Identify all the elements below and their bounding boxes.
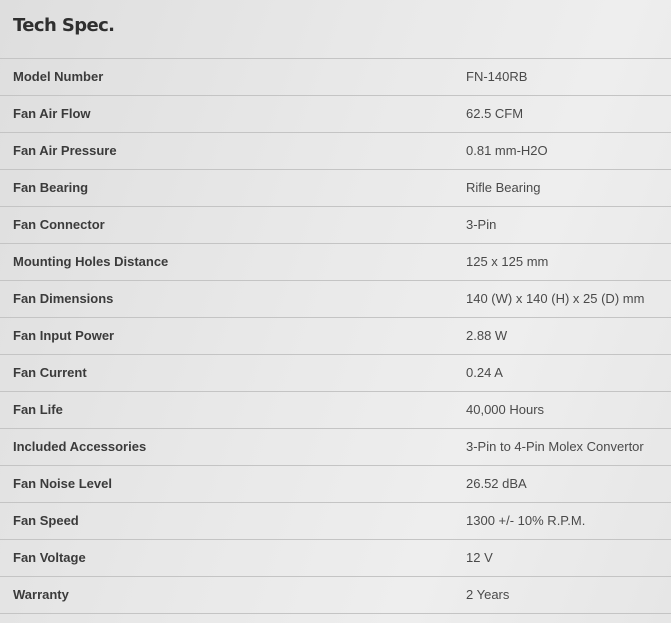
- spec-row-fan-air-pressure: Fan Air Pressure 0.81 mm-H2O: [0, 133, 671, 170]
- spec-row-fan-speed: Fan Speed 1300 +/- 10% R.P.M.: [0, 503, 671, 540]
- spec-table: Model Number FN-140RB Fan Air Flow 62.5 …: [0, 58, 671, 614]
- section-title: Tech Spec.: [13, 15, 115, 36]
- spec-value: 140 (W) x 140 (H) x 25 (D) mm: [466, 291, 645, 306]
- spec-row-mounting-holes-distance: Mounting Holes Distance 125 x 125 mm: [0, 244, 671, 281]
- spec-label: Included Accessories: [13, 439, 147, 454]
- spec-row-fan-dimensions: Fan Dimensions 140 (W) x 140 (H) x 25 (D…: [0, 281, 671, 318]
- spec-row-fan-air-flow: Fan Air Flow 62.5 CFM: [0, 96, 671, 133]
- spec-label: Fan Current: [13, 365, 87, 380]
- spec-row-fan-input-power: Fan Input Power 2.88 W: [0, 318, 671, 355]
- spec-value: FN-140RB: [466, 69, 528, 84]
- spec-row-fan-noise-level: Fan Noise Level 26.52 dBA: [0, 466, 671, 503]
- spec-value: 3-Pin: [466, 217, 497, 232]
- spec-value: 125 x 125 mm: [466, 254, 549, 269]
- spec-label: Fan Speed: [13, 513, 79, 528]
- spec-value: 2.88 W: [466, 328, 508, 343]
- spec-label: Fan Noise Level: [13, 476, 112, 491]
- spec-value: 1300 +/- 10% R.P.M.: [466, 513, 586, 528]
- spec-row-fan-voltage: Fan Voltage 12 V: [0, 540, 671, 577]
- spec-value: 0.24 A: [466, 365, 503, 380]
- spec-row-included-accessories: Included Accessories 3-Pin to 4-Pin Mole…: [0, 429, 671, 466]
- spec-label: Mounting Holes Distance: [13, 254, 169, 269]
- spec-row-fan-bearing: Fan Bearing Rifle Bearing: [0, 170, 671, 207]
- spec-value: 62.5 CFM: [466, 106, 524, 121]
- spec-label: Fan Life: [13, 402, 63, 417]
- spec-value: 40,000 Hours: [466, 402, 545, 417]
- tech-spec-section: Tech Spec. Model Number FN-140RB Fan Air…: [0, 0, 671, 623]
- spec-value: 12 V: [466, 550, 493, 565]
- spec-value: Rifle Bearing: [466, 180, 541, 195]
- spec-label: Fan Air Pressure: [13, 143, 117, 158]
- spec-value: 26.52 dBA: [466, 476, 527, 491]
- spec-row-fan-connector: Fan Connector 3-Pin: [0, 207, 671, 244]
- spec-row-model-number: Model Number FN-140RB: [0, 59, 671, 96]
- spec-label: Fan Voltage: [13, 550, 86, 565]
- spec-value: 3-Pin to 4-Pin Molex Convertor: [466, 439, 644, 454]
- spec-row-warranty: Warranty 2 Years: [0, 577, 671, 614]
- spec-label: Model Number: [13, 69, 104, 84]
- spec-value: 0.81 mm-H2O: [466, 143, 548, 158]
- spec-value: 2 Years: [466, 587, 510, 602]
- spec-label: Fan Air Flow: [13, 106, 91, 121]
- spec-label: Fan Input Power: [13, 328, 115, 343]
- spec-label: Warranty: [13, 587, 69, 602]
- spec-row-fan-life: Fan Life 40,000 Hours: [0, 392, 671, 429]
- spec-row-fan-current: Fan Current 0.24 A: [0, 355, 671, 392]
- spec-label: Fan Bearing: [13, 180, 89, 195]
- spec-label: Fan Dimensions: [13, 291, 114, 306]
- spec-label: Fan Connector: [13, 217, 105, 232]
